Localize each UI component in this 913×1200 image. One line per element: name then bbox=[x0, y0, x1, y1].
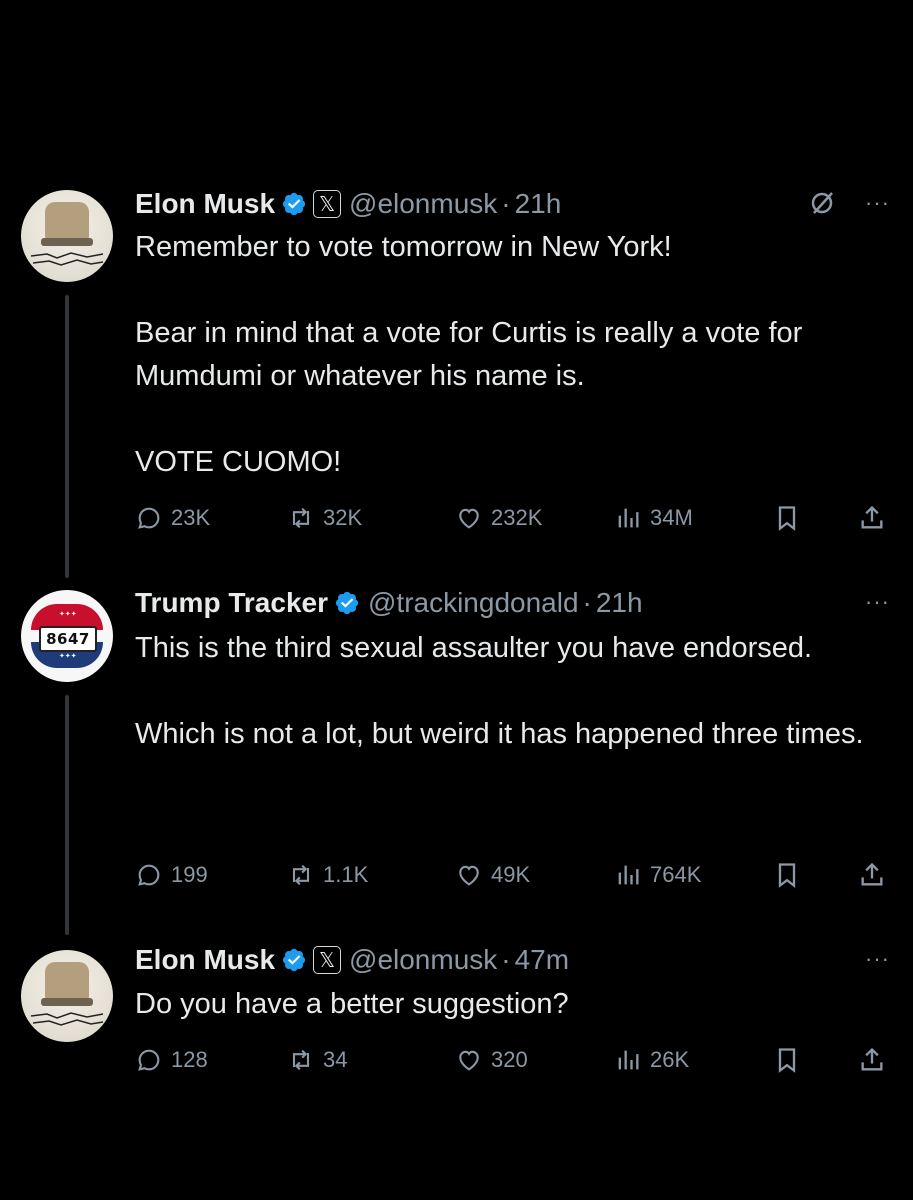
avatar[interactable] bbox=[21, 950, 113, 1042]
repost-button[interactable]: 32K bbox=[287, 498, 362, 538]
like-button[interactable]: 320 bbox=[455, 1040, 528, 1080]
reply-icon bbox=[138, 507, 160, 529]
tweet-text: This is the third sexual assaulter you h… bbox=[135, 627, 875, 756]
bookmark-button[interactable] bbox=[773, 1040, 801, 1080]
tweet-paragraph: Do you have a better suggestion? bbox=[135, 988, 569, 1020]
share-button[interactable] bbox=[858, 855, 886, 895]
like-count: 320 bbox=[491, 1047, 528, 1072]
like-count: 49K bbox=[491, 862, 531, 887]
verified-badge-icon bbox=[282, 948, 306, 972]
repost-button[interactable]: 34 bbox=[287, 1040, 347, 1080]
reply-button[interactable]: 23K bbox=[135, 498, 210, 538]
affiliation-x-icon[interactable]: 𝕏 bbox=[313, 946, 342, 974]
handle[interactable]: @elonmusk bbox=[349, 944, 497, 976]
handle[interactable]: @trackingdonald bbox=[368, 587, 579, 619]
views-count: 26K bbox=[650, 1047, 690, 1072]
share-icon bbox=[861, 505, 883, 529]
handle[interactable]: @elonmusk bbox=[349, 188, 497, 220]
share-button[interactable] bbox=[858, 498, 886, 538]
tweet-paragraph: Remember to vote tomorrow in New York! bbox=[135, 231, 672, 263]
tweet-header: Elon Musk 𝕏 @elonmusk · 47m bbox=[135, 942, 569, 978]
separator-dot: · bbox=[501, 188, 511, 219]
bookmark-icon bbox=[778, 1048, 796, 1073]
display-name[interactable]: Trump Tracker bbox=[135, 587, 328, 619]
reply-icon bbox=[138, 1049, 160, 1071]
bookmark-button[interactable] bbox=[773, 855, 801, 895]
like-count: 232K bbox=[491, 505, 543, 530]
tweet-paragraph: VOTE CUOMO! bbox=[135, 446, 342, 478]
reply-icon bbox=[138, 864, 160, 886]
like-button[interactable]: 232K bbox=[455, 498, 542, 538]
heart-icon bbox=[459, 508, 479, 529]
views-icon bbox=[618, 508, 639, 528]
bookmark-icon bbox=[778, 506, 796, 531]
share-button[interactable] bbox=[858, 1040, 886, 1080]
action-bar: 199 1.1K 49K 764K bbox=[0, 855, 913, 895]
tweet-text: Do you have a better suggestion? bbox=[135, 983, 875, 1026]
repost-count: 32K bbox=[323, 505, 363, 530]
repost-icon bbox=[292, 864, 310, 886]
more-options-icon[interactable]: ··· bbox=[865, 946, 890, 972]
repost-icon bbox=[292, 507, 310, 529]
reply-count: 199 bbox=[171, 862, 208, 887]
share-icon bbox=[861, 1047, 883, 1071]
tweet-text: Remember to vote tomorrow in New York! B… bbox=[135, 226, 875, 484]
views-button[interactable]: 34M bbox=[614, 498, 693, 538]
verified-badge-icon bbox=[282, 192, 306, 216]
thread-connector-line bbox=[65, 695, 69, 935]
avatar[interactable]: ✦✦✦ ✦✦✦ 8647 bbox=[21, 590, 113, 682]
heart-icon bbox=[459, 865, 479, 886]
views-icon bbox=[618, 1050, 639, 1070]
affiliation-x-icon[interactable]: 𝕏 bbox=[313, 190, 342, 218]
tweet-header: Trump Tracker @trackingdonald · 21h bbox=[135, 585, 643, 621]
grok-icon[interactable] bbox=[808, 189, 836, 217]
views-count: 34M bbox=[650, 505, 693, 530]
bookmark-icon bbox=[778, 863, 796, 888]
display-name[interactable]: Elon Musk bbox=[135, 944, 275, 976]
repost-icon bbox=[292, 1049, 310, 1071]
repost-count: 34 bbox=[323, 1047, 348, 1072]
separator-dot: · bbox=[501, 944, 511, 975]
reply-thread: Elon Musk 𝕏 @elonmusk · 21h ··· Remember… bbox=[0, 0, 913, 1200]
timestamp[interactable]: 21h bbox=[515, 188, 562, 220]
tweet-paragraph: Bear in mind that a vote for Curtis is r… bbox=[135, 317, 803, 392]
bookmark-button[interactable] bbox=[773, 498, 801, 538]
action-bar: 128 34 320 26K bbox=[0, 1040, 913, 1080]
views-button[interactable]: 764K bbox=[614, 855, 701, 895]
reply-count: 128 bbox=[171, 1047, 208, 1072]
tweet-paragraph: Which is not a lot, but weird it has hap… bbox=[135, 718, 864, 750]
views-count: 764K bbox=[650, 862, 702, 887]
tweet-header: Elon Musk 𝕏 @elonmusk · 21h bbox=[135, 186, 561, 222]
repost-button[interactable]: 1.1K bbox=[287, 855, 368, 895]
timestamp[interactable]: 47m bbox=[515, 944, 569, 976]
share-icon bbox=[861, 862, 883, 886]
heart-icon bbox=[459, 1050, 479, 1071]
views-button[interactable]: 26K bbox=[614, 1040, 689, 1080]
more-options-icon[interactable]: ··· bbox=[865, 589, 890, 615]
display-name[interactable]: Elon Musk bbox=[135, 188, 275, 220]
timestamp[interactable]: 21h bbox=[596, 587, 643, 619]
action-bar: 23K 32K 232K 34M bbox=[0, 498, 913, 538]
avatar[interactable] bbox=[21, 190, 113, 282]
separator-dot: · bbox=[582, 587, 592, 618]
reply-button[interactable]: 199 bbox=[135, 855, 208, 895]
avatar-text: 8647 bbox=[39, 626, 97, 652]
reply-count: 23K bbox=[171, 505, 211, 530]
repost-count: 1.1K bbox=[323, 862, 369, 887]
more-options-icon[interactable]: ··· bbox=[865, 190, 890, 216]
tweet-paragraph: This is the third sexual assaulter you h… bbox=[135, 632, 813, 664]
like-button[interactable]: 49K bbox=[455, 855, 530, 895]
reply-button[interactable]: 128 bbox=[135, 1040, 208, 1080]
verified-badge-icon bbox=[335, 591, 359, 615]
views-icon bbox=[618, 865, 639, 885]
